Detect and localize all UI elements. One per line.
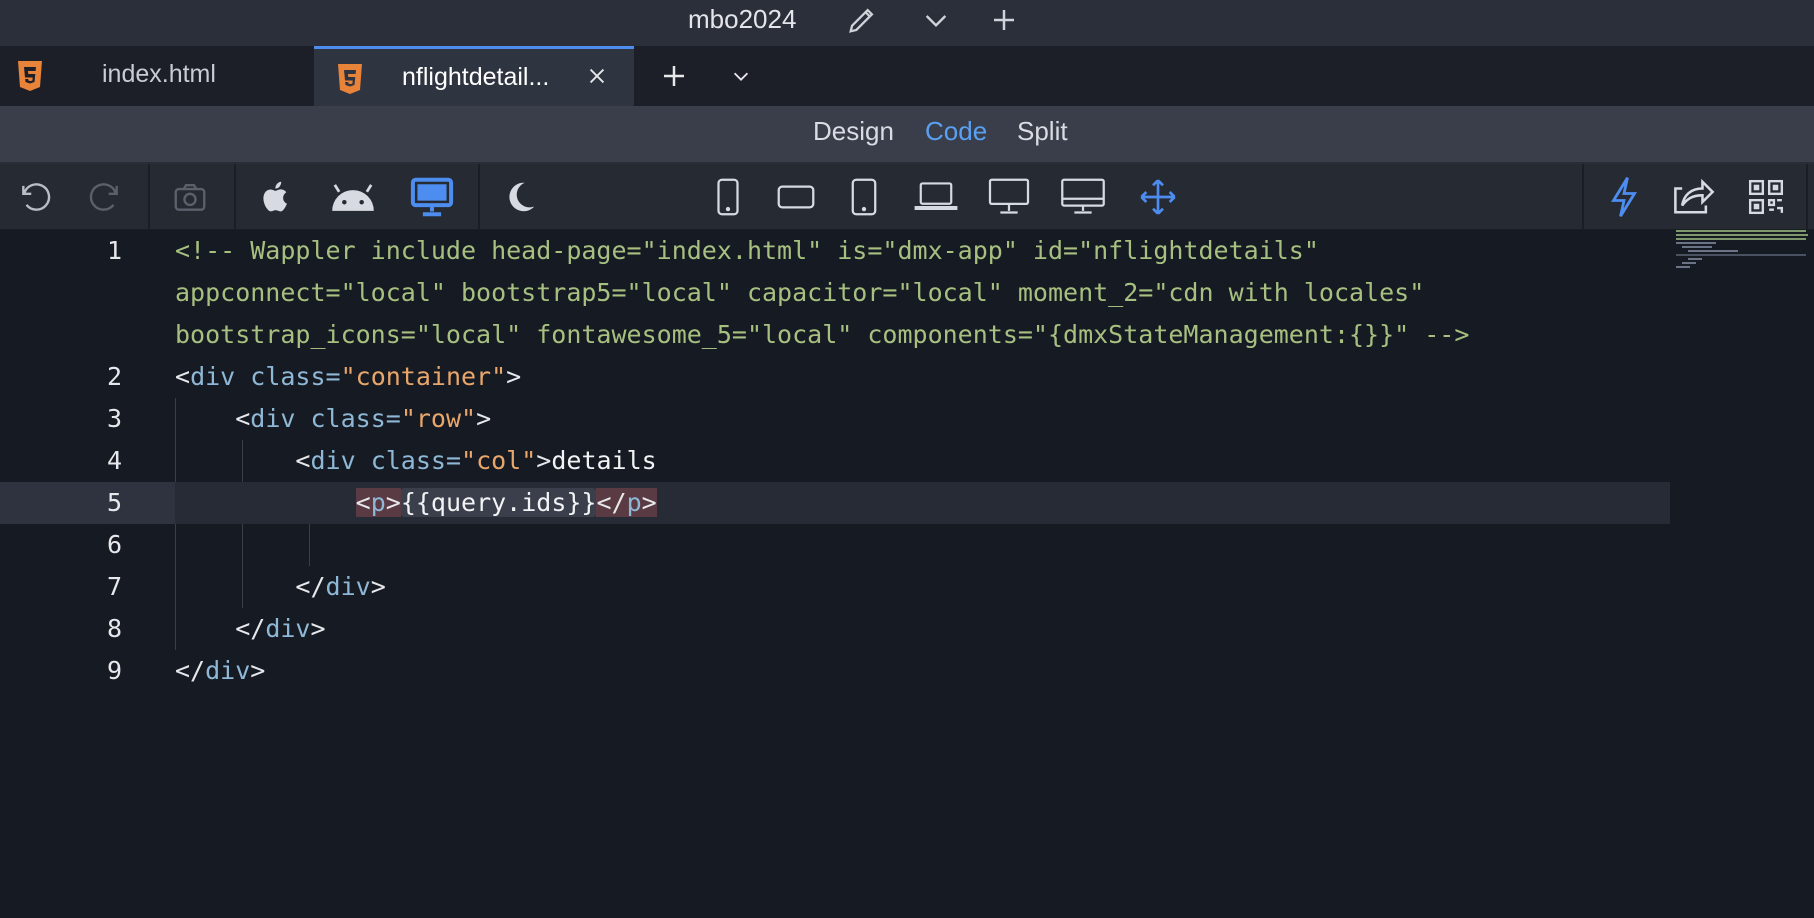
- design-mode-button[interactable]: Design: [813, 116, 894, 147]
- code-line-6: 6: [0, 524, 1670, 566]
- tablet-icon[interactable]: [844, 164, 884, 230]
- comment-text: <!-- Wappler include head-page="index.ht…: [175, 236, 1319, 265]
- comment-text: bootstrap_icons="local" fontawesome_5="l…: [175, 320, 1470, 349]
- toolbar-divider: [478, 164, 480, 230]
- line-number: 6: [106, 530, 122, 559]
- dark-mode-icon[interactable]: [498, 164, 542, 230]
- title-bar: mbo2024: [0, 0, 1814, 46]
- line-number: 4: [106, 446, 122, 475]
- code-text: </div>: [235, 614, 326, 643]
- code-text: <div class="container">: [175, 362, 522, 391]
- line-number: 8: [106, 614, 122, 643]
- line-number: 3: [106, 404, 122, 433]
- new-tab-icon[interactable]: [654, 46, 694, 106]
- code-mode-button[interactable]: Code: [925, 116, 987, 147]
- tab-label: nflightdetail...: [402, 63, 550, 91]
- chevron-down-icon[interactable]: [916, 0, 956, 40]
- phone-portrait-icon[interactable]: [708, 164, 748, 230]
- code-line-3: 3 <div class="row">: [0, 398, 1670, 440]
- code-line-1: 1 <!-- Wappler include head-page="index.…: [0, 230, 1670, 272]
- expression-highlight: {{query.ids}}: [400, 488, 597, 517]
- code-line-4: 4 <div class="col">details: [0, 440, 1670, 482]
- tab-label: index.html: [102, 60, 216, 88]
- pencil-icon[interactable]: [842, 0, 882, 40]
- phone-landscape-icon[interactable]: [774, 164, 818, 230]
- line-number: 2: [106, 362, 122, 391]
- code-minimap[interactable]: [1676, 230, 1814, 290]
- toolbar-divider: [148, 164, 150, 230]
- view-mode-bar: Design Code Split: [0, 106, 1814, 164]
- plus-icon[interactable]: [984, 0, 1024, 40]
- line-number: 1: [106, 236, 122, 265]
- toolbar: [0, 164, 1814, 230]
- toolbar-divider: [1806, 164, 1808, 230]
- code-text: <div class="col">details: [295, 446, 657, 475]
- apple-icon[interactable]: [254, 164, 298, 230]
- line-number: 7: [106, 572, 122, 601]
- tab-index-html[interactable]: index.html: [0, 46, 314, 106]
- lightning-icon[interactable]: [1604, 164, 1644, 230]
- code-line-1-wrap: appconnect="local" bootstrap5="local" ca…: [0, 272, 1670, 314]
- desktop-icon[interactable]: [408, 164, 456, 230]
- code-text: <p>{{query.ids}}</p>: [355, 488, 657, 517]
- line-number: 9: [106, 656, 122, 685]
- undo-icon[interactable]: [14, 164, 58, 230]
- html5-icon: [16, 60, 44, 92]
- close-icon[interactable]: [582, 46, 612, 106]
- code-line-2: 2 <div class="container">: [0, 356, 1670, 398]
- resize-arrows-icon[interactable]: [1136, 164, 1180, 230]
- html5-icon: [336, 63, 364, 95]
- laptop-icon[interactable]: [912, 164, 960, 230]
- qr-code-icon[interactable]: [1742, 164, 1790, 230]
- toolbar-divider: [1582, 164, 1584, 230]
- tab-nflightdetails[interactable]: nflightdetail...: [314, 46, 634, 106]
- split-mode-button[interactable]: Split: [1017, 116, 1068, 147]
- code-line-9: 9 </div>: [0, 650, 1670, 692]
- share-icon[interactable]: [1670, 164, 1718, 230]
- camera-icon[interactable]: [168, 164, 212, 230]
- project-title: mbo2024: [688, 4, 797, 34]
- line-number: 5: [106, 488, 122, 517]
- comment-text: appconnect="local" bootstrap5="local" ca…: [175, 278, 1425, 307]
- code-line-8: 8 </div>: [0, 608, 1670, 650]
- tab-bar: index.html nflightdetail...: [0, 46, 1814, 106]
- code-editor[interactable]: 1 <!-- Wappler include head-page="index.…: [0, 230, 1814, 918]
- code-line-1-wrap: bootstrap_icons="local" fontawesome_5="l…: [0, 314, 1670, 356]
- code-text: <div class="row">: [235, 404, 492, 433]
- code-text: </div>: [295, 572, 386, 601]
- toolbar-divider: [234, 164, 236, 230]
- code-line-5: 5 <p>{{query.ids}}</p>: [0, 482, 1670, 524]
- desktop-monitor-icon[interactable]: [986, 164, 1032, 230]
- redo-icon[interactable]: [82, 164, 126, 230]
- android-icon[interactable]: [326, 164, 380, 230]
- large-monitor-icon[interactable]: [1058, 164, 1108, 230]
- code-line-7: 7 </div>: [0, 566, 1670, 608]
- tab-list-chevron-icon[interactable]: [726, 46, 756, 106]
- code-text: </div>: [175, 656, 266, 685]
